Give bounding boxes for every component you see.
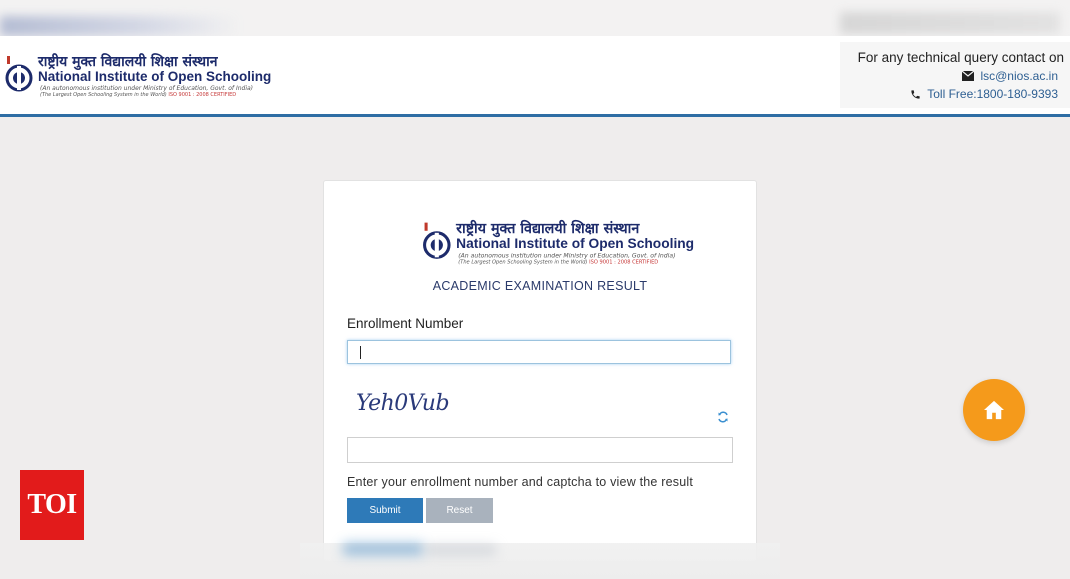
nios-emblem-icon <box>423 222 451 259</box>
submit-button[interactable]: Submit <box>347 498 423 523</box>
blurred-tab <box>0 16 240 36</box>
enrollment-input[interactable] <box>347 340 731 364</box>
home-icon <box>984 400 1004 420</box>
text-caret <box>360 346 361 359</box>
card-nios-logo: राष्ट्रीय मुक्त विद्यालयी शिक्षा संस्थान… <box>422 219 694 265</box>
home-button[interactable] <box>963 379 1025 441</box>
blurred-tab-right <box>840 12 1060 34</box>
logo-english-text: National Institute of Open Schooling <box>38 69 272 84</box>
contact-title: For any technical query contact on <box>857 50 1064 65</box>
logo-tagline: (An autonomous institution under Ministr… <box>458 252 676 260</box>
result-login-card: राष्ट्रीय मुक्त विद्यालयी शिक्षा संस्थान… <box>323 180 757 562</box>
refresh-icon[interactable] <box>717 411 729 423</box>
envelope-icon <box>962 71 975 81</box>
site-header: राष्ट्रीय मुक्त विद्यालयी शिक्षा संस्थान… <box>0 36 1070 117</box>
logo-subtagline-text: (The Largest Open Schooling System in th… <box>40 92 167 98</box>
page-title: ACADEMIC EXAMINATION RESULT <box>432 279 648 293</box>
logo-iso-text: ISO 9001 : 2008 CERTIFIED <box>168 92 237 98</box>
reset-button[interactable]: Reset <box>426 498 493 523</box>
enrollment-label: Enrollment Number <box>347 316 464 331</box>
toi-watermark-logo: TOI <box>20 470 84 540</box>
logo-subtagline-text: (The Largest Open Schooling System in th… <box>458 259 588 266</box>
logo-subtagline: (The Largest Open Schooling System in th… <box>458 259 658 265</box>
contact-phone[interactable]: Toll Free:1800-180-9393 <box>927 87 1058 101</box>
help-text: Enter your enrollment number and captcha… <box>347 475 694 489</box>
contact-phone-row[interactable]: Toll Free:1800-180-9393 <box>910 87 1058 101</box>
nios-logo[interactable]: राष्ट्रीय मुक्त विद्यालयी शिक्षा संस्थान… <box>4 52 271 98</box>
contact-email[interactable]: lsc@nios.ac.in <box>980 69 1058 83</box>
logo-english-text: National Institute of Open Schooling <box>456 235 695 252</box>
logo-subtagline: (The Largest Open Schooling System in th… <box>40 92 236 98</box>
blurred-reflection <box>343 543 423 555</box>
captcha-input[interactable] <box>347 437 733 463</box>
captcha-image: Yeh0Vub <box>356 391 450 416</box>
logo-iso-text: ISO 9001 : 2008 CERTIFIED <box>589 259 659 266</box>
contact-email-row[interactable]: lsc@nios.ac.in <box>962 69 1058 83</box>
blurred-reflection-2 <box>426 545 496 555</box>
phone-icon <box>911 89 920 99</box>
contact-box: For any technical query contact on lsc@n… <box>840 42 1070 108</box>
logo-tagline: (An autonomous institution under Ministr… <box>40 85 254 92</box>
nios-emblem-icon <box>5 56 33 92</box>
